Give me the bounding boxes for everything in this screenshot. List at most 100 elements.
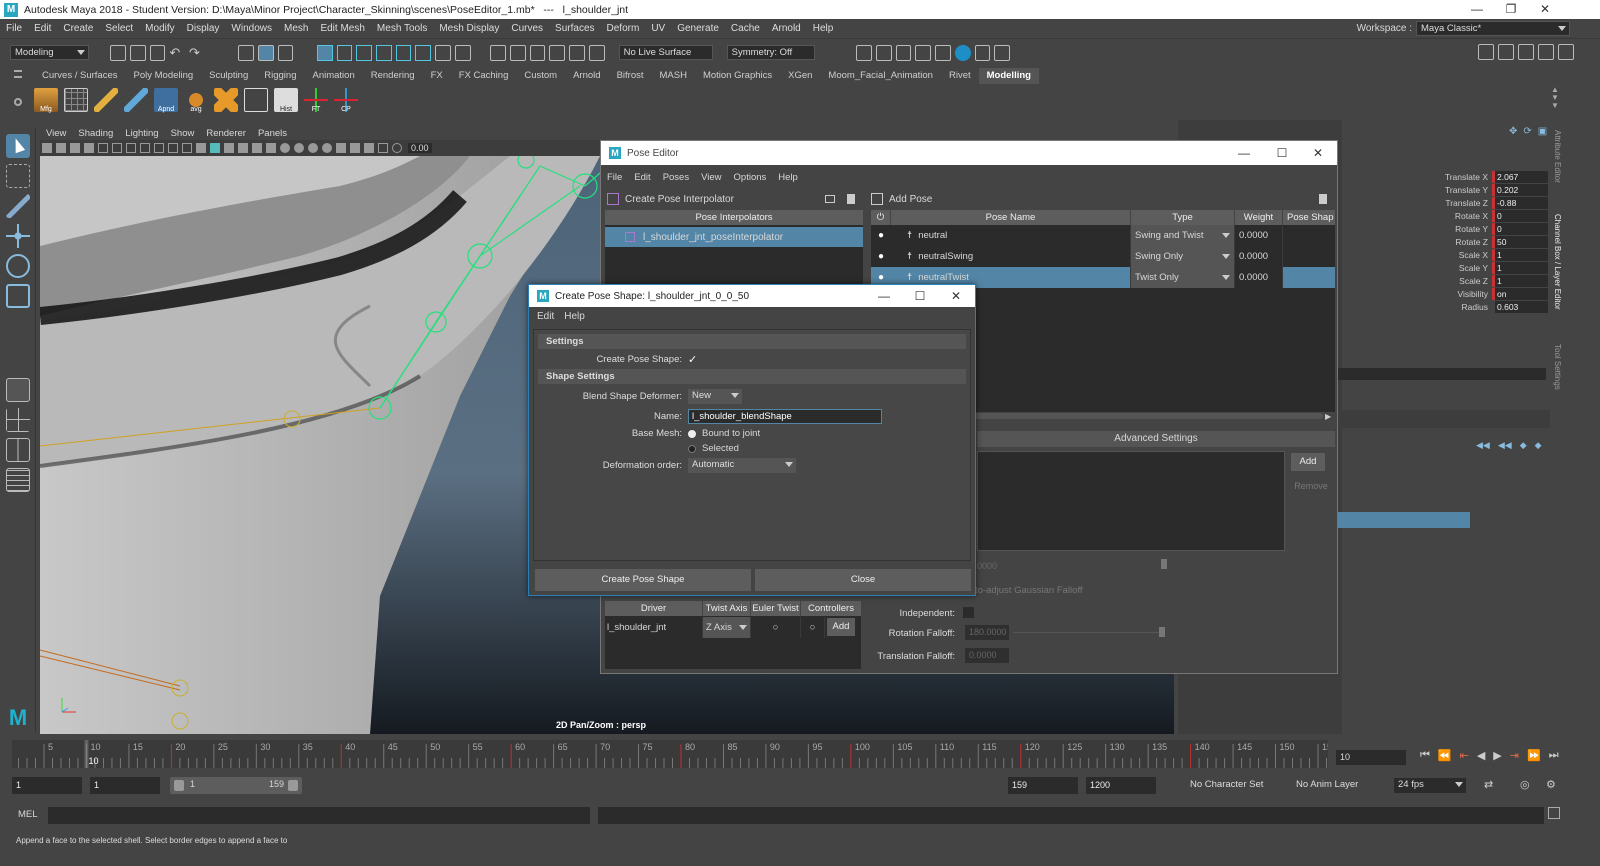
- shelf-settings-icon[interactable]: [14, 98, 22, 106]
- channel-row[interactable]: Visibility on: [1346, 287, 1552, 300]
- shelf-tab-moom-facial[interactable]: Moom_Facial_Animation: [820, 68, 941, 84]
- pose-type-dropdown[interactable]: Twist Only: [1131, 267, 1235, 288]
- menu-edit[interactable]: Edit: [28, 23, 57, 34]
- channel-value[interactable]: 1: [1492, 274, 1548, 287]
- two-view-icon[interactable]: [6, 438, 30, 462]
- shelf-tab-sculpting[interactable]: Sculpting: [201, 68, 256, 84]
- pe-menu-help[interactable]: Help: [772, 172, 804, 183]
- settings-section[interactable]: Settings: [538, 334, 966, 349]
- driver-row[interactable]: l_shoulder_jnt Z Axis ○ ○ Add: [605, 616, 861, 638]
- channel-row[interactable]: Scale Z 1: [1346, 274, 1552, 287]
- euler-twist-radio-icon[interactable]: ○: [751, 616, 801, 638]
- loop-icon[interactable]: ⇄: [1484, 778, 1493, 791]
- channel-box-icon[interactable]: [1558, 44, 1574, 60]
- range-end-handle[interactable]: [288, 780, 298, 791]
- channel-row[interactable]: Rotate X 0: [1346, 209, 1552, 222]
- add-pose-button[interactable]: Add Pose: [889, 194, 932, 205]
- menu-select[interactable]: Select: [99, 23, 139, 34]
- paint-icon[interactable]: [549, 44, 566, 61]
- render-frame-icon[interactable]: [875, 44, 892, 61]
- viewport-menu-view[interactable]: View: [40, 128, 72, 139]
- pose-enabled-icon[interactable]: ●: [871, 230, 891, 241]
- bookmark-icon[interactable]: [70, 143, 80, 153]
- snap-point-icon[interactable]: [356, 44, 373, 61]
- menu-mesh-display[interactable]: Mesh Display: [433, 23, 505, 34]
- shelf-scroll-arrows-icon[interactable]: ▲ ▼ ▼: [1551, 86, 1559, 112]
- pe-menu-view[interactable]: View: [695, 172, 727, 183]
- channel-row[interactable]: Radius 0.603: [1346, 300, 1552, 313]
- create-pose-shape-checkbox-icon[interactable]: ✓: [688, 353, 697, 366]
- fps-dropdown[interactable]: 24 fps: [1394, 778, 1466, 793]
- twist-axis-dropdown[interactable]: Z Axis: [703, 616, 751, 638]
- scroll-right-icon[interactable]: ▶: [1325, 412, 1331, 421]
- arnold-render-icon[interactable]: [954, 44, 971, 61]
- shelf-ft-icon[interactable]: FT: [304, 88, 328, 113]
- select-hierarchy-icon[interactable]: [238, 44, 254, 61]
- exposure-field[interactable]: 0.00: [408, 143, 432, 153]
- shelf-tab-animation[interactable]: Animation: [304, 68, 362, 84]
- anim-layer-dropdown[interactable]: No Anim Layer: [1278, 778, 1378, 793]
- close-button[interactable]: Close: [755, 569, 971, 591]
- outliner-icon[interactable]: [6, 468, 30, 492]
- pe-menu-file[interactable]: File: [601, 172, 628, 183]
- snap-curve-icon[interactable]: [336, 44, 353, 61]
- render-settings-icon[interactable]: [915, 44, 932, 61]
- ao-icon[interactable]: [280, 143, 290, 153]
- modeling-toolkit-icon[interactable]: [1478, 44, 1494, 60]
- textured-icon[interactable]: [238, 143, 248, 153]
- rotation-falloff-slider[interactable]: [1013, 632, 1163, 633]
- name-input[interactable]: l_shoulder_blendShape: [688, 408, 882, 424]
- step-forward-icon[interactable]: ⏩: [1527, 749, 1541, 762]
- camera-icon[interactable]: [42, 143, 52, 153]
- xray-components-icon[interactable]: [378, 143, 388, 153]
- xray-joints-icon[interactable]: [364, 143, 374, 153]
- end-time-field[interactable]: 1200: [1086, 777, 1156, 794]
- shelf-mfg-icon[interactable]: Mfg: [34, 88, 58, 113]
- script-editor-icon[interactable]: [1548, 807, 1560, 819]
- anim-prefs-icon[interactable]: ⚙: [1546, 778, 1556, 791]
- close-icon[interactable]: ✕: [1528, 0, 1562, 19]
- safe-action-icon[interactable]: [168, 143, 178, 153]
- layer-prev-icon[interactable]: ◀◀: [1476, 440, 1490, 451]
- time-slider[interactable]: 5 10 15 20 25 30 35 40 45 50 55 60 65 70 75 80 85 90 95 100…: [12, 740, 1328, 768]
- layer-back-icon[interactable]: ◀◀: [1498, 440, 1512, 451]
- advanced-add-button[interactable]: Add: [1291, 453, 1325, 471]
- create-interpolator-button[interactable]: Create Pose Interpolator: [625, 194, 734, 205]
- menu-curves[interactable]: Curves: [505, 23, 549, 34]
- menu-edit-mesh[interactable]: Edit Mesh: [314, 23, 370, 34]
- channel-row[interactable]: Translate Z -0.88: [1346, 196, 1552, 209]
- channel-row[interactable]: Scale X 1: [1346, 248, 1552, 261]
- pose-enabled-icon[interactable]: ●: [871, 251, 891, 262]
- shelf-bbox-icon[interactable]: [244, 88, 268, 112]
- wireframe-icon[interactable]: [196, 143, 206, 153]
- playback-end-field[interactable]: 159: [1008, 777, 1078, 794]
- image-plane-icon[interactable]: [84, 143, 94, 153]
- four-view-icon[interactable]: [6, 408, 30, 432]
- workspace-dropdown[interactable]: Maya Classic*: [1416, 20, 1570, 36]
- resolution-gate-icon[interactable]: [126, 143, 136, 153]
- shelf-tab-rigging[interactable]: Rigging: [256, 68, 304, 84]
- transform-icon[interactable]: [569, 44, 585, 61]
- advanced-settings-header[interactable]: Advanced Settings: [977, 431, 1335, 447]
- ipr-render-icon[interactable]: [895, 44, 912, 61]
- pose-weight[interactable]: 0.0000: [1235, 267, 1283, 288]
- menu-display[interactable]: Display: [181, 23, 226, 34]
- render-view-icon[interactable]: [856, 44, 872, 61]
- smooth-shade-icon[interactable]: [210, 143, 220, 153]
- gaussian-falloff-checkbox[interactable]: to-adjust Gaussian Falloff: [975, 585, 1083, 596]
- menu-set-dropdown[interactable]: Modeling: [10, 45, 89, 60]
- history-icon[interactable]: [510, 44, 526, 61]
- channel-box-tab[interactable]: Channel Box / Layer Editor: [1553, 214, 1562, 310]
- exposure-icon[interactable]: [392, 143, 402, 153]
- aa-icon[interactable]: [308, 143, 318, 153]
- viewport-menu-show[interactable]: Show: [165, 128, 201, 139]
- lock-icon[interactable]: [435, 44, 451, 61]
- dof-icon[interactable]: [322, 143, 332, 153]
- snap-grid-icon[interactable]: [316, 44, 333, 61]
- lights-icon[interactable]: [252, 143, 262, 153]
- menu-help[interactable]: Help: [807, 23, 840, 34]
- new-scene-icon[interactable]: [110, 44, 126, 61]
- menu-deform[interactable]: Deform: [601, 23, 646, 34]
- channel-rotate-icon[interactable]: ⟳: [1523, 126, 1531, 137]
- create-interpolator-icon[interactable]: [607, 193, 619, 205]
